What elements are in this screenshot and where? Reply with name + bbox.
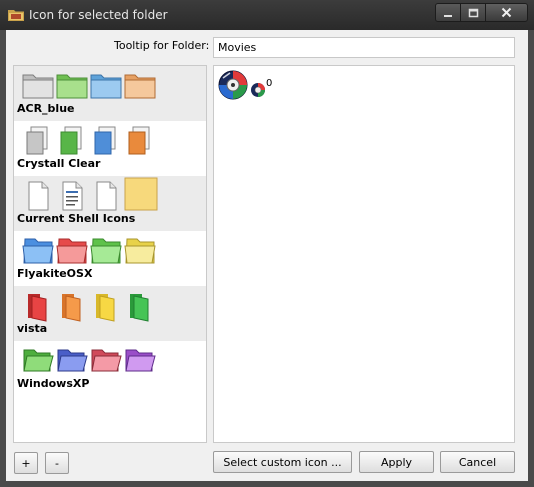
icon-set-row[interactable]: Crystall Clear — [14, 121, 206, 176]
text-file-icon — [62, 181, 83, 211]
apply-button[interactable]: Apply — [359, 451, 434, 473]
orange-folder-icon — [62, 294, 81, 322]
maximize-icon — [468, 8, 478, 17]
gray-folder-icon — [22, 74, 54, 99]
icon-set-row[interactable]: vista — [14, 286, 206, 341]
blue-folder-icon — [90, 74, 122, 99]
yellow-folder-icon — [124, 177, 158, 211]
icon-set-list[interactable]: ACR_blue Crystall Clear Current Shell Ic… — [13, 65, 207, 443]
icon-set-name: WindowsXP — [17, 377, 90, 390]
tooltip-input[interactable] — [213, 37, 515, 58]
red-folder-icon — [91, 349, 122, 372]
blank-file-icon — [96, 181, 117, 211]
red-folder-icon — [56, 238, 88, 264]
icon-set-name: ACR_blue — [17, 102, 75, 115]
yellow-folder-icon — [124, 238, 156, 264]
tooltip-label: Tooltip for Folder: — [114, 39, 210, 52]
yellow-folder-icon — [96, 294, 115, 322]
blue-folder-icon — [57, 349, 88, 372]
red-folder-icon — [28, 294, 47, 322]
icon-set-row[interactable]: Current Shell Icons — [14, 176, 206, 231]
gray-document-icon — [26, 126, 48, 155]
green-folder-icon — [130, 294, 149, 322]
green-folder-icon — [90, 238, 122, 264]
selected-icon-panel[interactable]: 0 — [213, 65, 515, 443]
dialog-window: Icon for selected folder Tooltip for Fol… — [0, 0, 534, 487]
window-title: Icon for selected folder — [29, 8, 168, 22]
orange-document-icon — [128, 126, 150, 155]
orange-folder-icon — [124, 74, 156, 99]
blue-folder-icon — [22, 238, 54, 264]
green-document-icon — [60, 126, 82, 155]
minimize-button[interactable] — [435, 3, 461, 22]
icon-set-name: vista — [17, 322, 48, 335]
remove-icon-set-button[interactable]: - — [45, 452, 69, 474]
icon-set-name: FlyakiteOSX — [17, 267, 93, 280]
blue-document-icon — [94, 126, 116, 155]
icon-set-row[interactable]: ACR_blue — [14, 66, 206, 121]
cancel-button[interactable]: Cancel — [440, 451, 515, 473]
icon-set-row[interactable]: FlyakiteOSX — [14, 231, 206, 286]
disc-small-icon — [251, 83, 265, 97]
minimize-icon — [444, 14, 452, 17]
disc-icon[interactable] — [217, 69, 249, 101]
icon-set-name: Crystall Clear — [17, 157, 101, 170]
green-folder-icon — [23, 349, 54, 372]
icon-set-row[interactable]: WindowsXP — [14, 341, 206, 396]
maximize-button[interactable] — [460, 3, 486, 22]
add-icon-set-button[interactable]: + — [14, 452, 38, 474]
purple-folder-icon — [125, 349, 156, 372]
blank-file-icon — [28, 181, 49, 211]
folder-app-icon — [8, 10, 24, 21]
green-folder-icon — [56, 74, 88, 99]
close-button[interactable] — [485, 3, 528, 22]
icon-set-name: Current Shell Icons — [17, 212, 136, 225]
title-bar[interactable]: Icon for selected folder — [0, 0, 534, 30]
close-icon — [501, 7, 512, 18]
select-custom-icon-button[interactable]: Select custom icon ... — [213, 451, 352, 473]
icon-index-label: 0 — [266, 78, 273, 89]
